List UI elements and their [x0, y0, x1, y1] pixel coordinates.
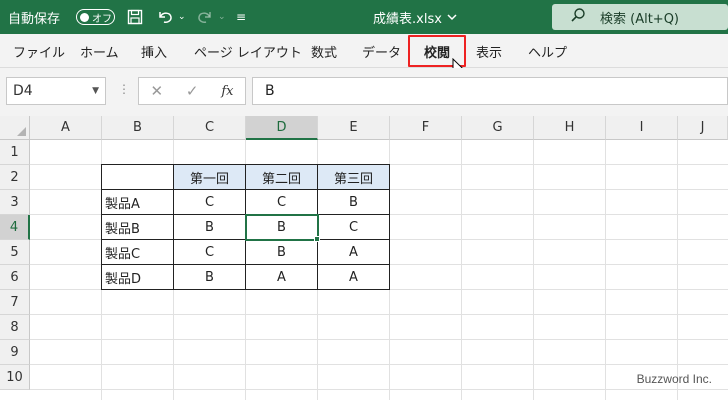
- table-corner-cell[interactable]: [102, 165, 174, 190]
- row-header-4[interactable]: 4: [0, 215, 30, 240]
- table-header-cell[interactable]: 第二回: [246, 165, 318, 190]
- row-header-5[interactable]: 5: [0, 240, 30, 265]
- column-header-d[interactable]: D: [246, 116, 318, 140]
- save-icon[interactable]: [127, 0, 143, 34]
- column-header-c[interactable]: C: [174, 116, 246, 140]
- customize-qat-icon[interactable]: ≡: [236, 0, 246, 34]
- table-row-label[interactable]: 製品D: [102, 265, 174, 290]
- name-box-dropdown-icon[interactable]: ▼: [92, 86, 99, 96]
- table-cell[interactable]: A: [318, 240, 390, 265]
- enter-icon[interactable]: ✓: [186, 82, 199, 100]
- search-placeholder: 検索 (Alt+Q): [600, 11, 680, 27]
- redo-icon[interactable]: [196, 0, 214, 34]
- gridline: [30, 389, 728, 390]
- table-cell[interactable]: A: [318, 265, 390, 290]
- table-border-top: [101, 164, 390, 165]
- tab-data[interactable]: データ: [362, 34, 401, 68]
- row-header-7[interactable]: 7: [0, 290, 30, 315]
- chevron-down-icon: [447, 10, 457, 25]
- undo-dropdown-icon[interactable]: ⌄: [178, 0, 186, 34]
- column-header-e[interactable]: E: [318, 116, 390, 140]
- gridline: [605, 140, 606, 400]
- table-cell[interactable]: B: [318, 190, 390, 215]
- watermark: Buzzword Inc.: [636, 372, 712, 386]
- table-cell[interactable]: C: [318, 215, 390, 240]
- tab-insert[interactable]: 挿入: [141, 34, 167, 68]
- toggle-knob-icon: [80, 12, 89, 22]
- spreadsheet-grid[interactable]: A B C D E F G H I J 1 2 3 4 5 6 7 8 9 10…: [0, 116, 728, 400]
- name-box[interactable]: D4 ▼: [6, 77, 106, 105]
- table-cell[interactable]: B: [174, 215, 246, 240]
- row-header-9[interactable]: 9: [0, 340, 30, 365]
- cancel-icon[interactable]: ✕: [150, 82, 163, 100]
- table-cell[interactable]: C: [174, 240, 246, 265]
- formula-bar: D4 ▼ ⋮ ✕ ✓ fx B: [0, 68, 728, 116]
- search-icon: [570, 7, 586, 27]
- tab-page-layout[interactable]: ページ レイアウト: [194, 34, 302, 68]
- name-box-value: D4: [13, 83, 33, 99]
- row-header-1[interactable]: 1: [0, 140, 30, 165]
- tab-view[interactable]: 表示: [476, 34, 502, 68]
- table-row-label[interactable]: 製品C: [102, 240, 174, 265]
- column-header-i[interactable]: I: [606, 116, 678, 140]
- formula-input[interactable]: B: [252, 77, 728, 105]
- ribbon-tabs: ファイル ホーム 挿入 ページ レイアウト 数式 データ 校閲 表示 ヘルプ: [0, 34, 728, 68]
- fill-handle[interactable]: [314, 236, 320, 242]
- formula-buttons: ✕ ✓ fx: [138, 77, 246, 105]
- tab-home[interactable]: ホーム: [80, 34, 119, 68]
- table-cell[interactable]: B: [174, 265, 246, 290]
- column-header-j[interactable]: J: [678, 116, 728, 140]
- tab-help[interactable]: ヘルプ: [528, 34, 567, 68]
- autosave-toggle[interactable]: オフ: [76, 9, 115, 25]
- formula-value: B: [265, 83, 275, 99]
- table-border-left: [101, 164, 102, 290]
- file-name-text: 成績表.xlsx: [373, 11, 442, 27]
- select-all-button[interactable]: [0, 116, 30, 140]
- column-header-a[interactable]: A: [30, 116, 102, 140]
- file-name[interactable]: 成績表.xlsx: [340, 0, 490, 34]
- table-cell[interactable]: B: [246, 240, 318, 265]
- table-cell[interactable]: A: [246, 265, 318, 290]
- insert-function-icon[interactable]: fx: [221, 84, 233, 99]
- tab-file[interactable]: ファイル: [13, 34, 65, 68]
- active-cell[interactable]: B: [245, 214, 319, 241]
- title-bar: 自動保存 オフ ⌄ ⌄ ≡ 成績表.xlsx 検索 (Alt+Q): [0, 0, 728, 34]
- gridline: [677, 140, 678, 400]
- row-header-2[interactable]: 2: [0, 165, 30, 190]
- row-header-6[interactable]: 6: [0, 265, 30, 290]
- gridline: [533, 140, 534, 400]
- table-header-cell[interactable]: 第三回: [318, 165, 390, 190]
- gridline: [30, 339, 728, 340]
- more-options-icon[interactable]: ⋮: [118, 82, 130, 96]
- gridline: [30, 314, 728, 315]
- tab-formulas[interactable]: 数式: [311, 34, 337, 68]
- row-header-8[interactable]: 8: [0, 315, 30, 340]
- table-row-label[interactable]: 製品B: [102, 215, 174, 240]
- gridline: [30, 364, 728, 365]
- row-header-3[interactable]: 3: [0, 190, 30, 215]
- redo-dropdown-icon[interactable]: ⌄: [218, 0, 226, 34]
- table-header-cell[interactable]: 第一回: [174, 165, 246, 190]
- undo-icon[interactable]: [156, 0, 174, 34]
- table-cell[interactable]: C: [174, 190, 246, 215]
- gridline: [461, 140, 462, 400]
- table-cell[interactable]: C: [246, 190, 318, 215]
- column-header-g[interactable]: G: [462, 116, 534, 140]
- table-row-label[interactable]: 製品A: [102, 190, 174, 215]
- row-header-10[interactable]: 10: [0, 365, 30, 390]
- column-header-h[interactable]: H: [534, 116, 606, 140]
- autosave-toggle-text: オフ: [92, 13, 112, 25]
- autosave-label: 自動保存: [8, 11, 61, 27]
- column-header-f[interactable]: F: [390, 116, 462, 140]
- column-header-b[interactable]: B: [102, 116, 174, 140]
- search-box[interactable]: 検索 (Alt+Q): [552, 4, 728, 30]
